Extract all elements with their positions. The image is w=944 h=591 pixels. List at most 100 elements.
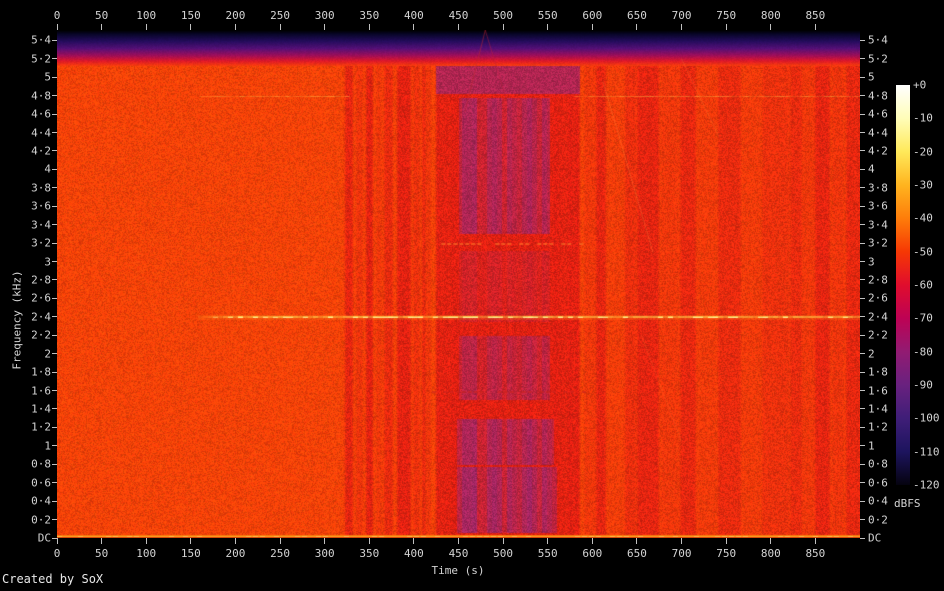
freq-tick-mark [860, 224, 865, 226]
freq-tick-mark [860, 316, 865, 318]
freq-tick-label: 4·6 [31, 107, 51, 121]
freq-tick-mark [860, 113, 865, 115]
time-tick-mark [234, 24, 236, 30]
dbfs-tick-label: -60 [913, 278, 933, 292]
freq-tick-mark [52, 95, 57, 97]
time-tick-mark [145, 538, 147, 544]
freq-tick-mark [52, 279, 57, 281]
time-tick-mark [547, 538, 549, 544]
freq-tick-mark [52, 316, 57, 318]
time-tick-label: 200 [225, 547, 246, 560]
freq-tick-label: 5 [44, 70, 51, 84]
freq-tick-label: 3·8 [31, 181, 51, 195]
freq-tick-label: 0·6 [31, 476, 51, 490]
time-tick-label: 800 [760, 9, 781, 22]
time-tick-label: 700 [671, 547, 692, 560]
freq-tick-label: 2·2 [868, 328, 888, 342]
freq-tick-label: 2·6 [31, 291, 51, 305]
freq-tick-label: 5·4 [31, 33, 51, 47]
freq-tick-label: 3 [44, 255, 51, 269]
freq-tick-label: 4·2 [31, 144, 51, 158]
freq-tick-mark [860, 76, 865, 78]
time-tick-label: 250 [270, 547, 290, 560]
time-axis-title: Time (s) [431, 564, 485, 577]
freq-tick-mark [52, 297, 57, 299]
spectrogram-plot [57, 30, 860, 538]
freq-tick-label: 3·4 [31, 218, 51, 232]
freq-tick-mark [860, 482, 865, 484]
freq-tick-mark [52, 76, 57, 78]
freq-tick-label: 0·8 [31, 457, 51, 471]
dbfs-tick-label: -110 [913, 445, 940, 459]
time-tick-mark [279, 24, 281, 30]
freq-tick-label: 4·6 [868, 107, 888, 121]
time-tick-mark [101, 538, 103, 544]
time-tick-mark [368, 24, 370, 30]
freq-tick-mark [52, 537, 57, 539]
time-tick-label: 550 [537, 547, 558, 560]
freq-tick-label: 2 [44, 347, 51, 361]
freq-tick-mark [860, 58, 865, 60]
time-tick-mark [725, 538, 727, 544]
freq-tick-mark [52, 519, 57, 521]
time-tick-label: 650 [627, 9, 647, 22]
freq-tick-label: 2·8 [31, 273, 51, 287]
time-tick-mark [413, 24, 415, 30]
freq-tick-label: 0·4 [868, 494, 888, 508]
time-tick-label: 750 [716, 9, 737, 22]
time-tick-label: 300 [314, 9, 335, 22]
time-tick-label: 650 [627, 547, 647, 560]
time-tick-label: 50 [94, 9, 109, 22]
freq-tick-label: 1 [44, 439, 51, 453]
freq-tick-label: 4·8 [868, 89, 888, 103]
time-tick-label: 250 [270, 9, 290, 22]
time-tick-mark [458, 538, 459, 544]
freq-tick-label: 0·2 [31, 513, 51, 527]
time-tick-label: 300 [314, 547, 335, 560]
freq-tick-mark [52, 463, 57, 465]
freq-tick-label: 2·2 [31, 328, 51, 342]
dbfs-colorbar [896, 85, 910, 485]
freq-tick-label: 3·4 [868, 218, 888, 232]
freq-tick-label: 5 [868, 70, 875, 84]
time-tick-label: 350 [359, 547, 380, 560]
time-tick-mark [681, 538, 683, 544]
time-tick-mark [814, 24, 816, 30]
time-tick-label: 750 [716, 547, 737, 560]
dbfs-tick-label: +0 [913, 78, 927, 92]
sox-credit: Created by SoX [2, 572, 104, 586]
freq-tick-mark [860, 426, 865, 428]
freq-tick-label: 0·8 [868, 457, 888, 471]
freq-tick-mark [860, 150, 865, 152]
freq-tick-label: 3·6 [868, 199, 888, 213]
time-tick-label: 100 [136, 547, 157, 560]
freq-tick-mark [860, 353, 865, 355]
freq-tick-label: 4 [44, 162, 51, 176]
freq-tick-label: 0·4 [31, 494, 51, 508]
freq-tick-label: 2·6 [868, 291, 888, 305]
dbfs-tick-label: -40 [913, 211, 933, 225]
dbfs-tick-label: -90 [913, 378, 933, 392]
spectrogram-canvas [57, 30, 860, 538]
dbfs-tick-label: -50 [913, 245, 933, 259]
time-tick-mark [279, 538, 281, 544]
time-tick-mark [56, 24, 58, 30]
freq-tick-mark [52, 426, 57, 428]
freq-tick-mark [860, 279, 865, 281]
freq-tick-label: 5·4 [868, 33, 888, 47]
time-tick-label: 450 [448, 547, 469, 560]
freq-tick-mark [860, 297, 865, 299]
freq-tick-mark [860, 242, 865, 244]
freq-tick-mark [860, 95, 865, 97]
freq-tick-label: 1 [868, 439, 875, 453]
time-tick-label: 400 [403, 547, 424, 560]
time-tick-label: 500 [493, 9, 514, 22]
freq-tick-mark [52, 390, 57, 392]
freq-tick-label: 1·8 [31, 365, 51, 379]
freq-tick-mark [52, 205, 57, 207]
freq-tick-label: DC [37, 531, 51, 545]
freq-tick-label: 1·4 [868, 402, 888, 416]
time-tick-label: 100 [136, 9, 157, 22]
freq-tick-mark [52, 224, 57, 226]
freq-tick-mark [860, 205, 865, 207]
